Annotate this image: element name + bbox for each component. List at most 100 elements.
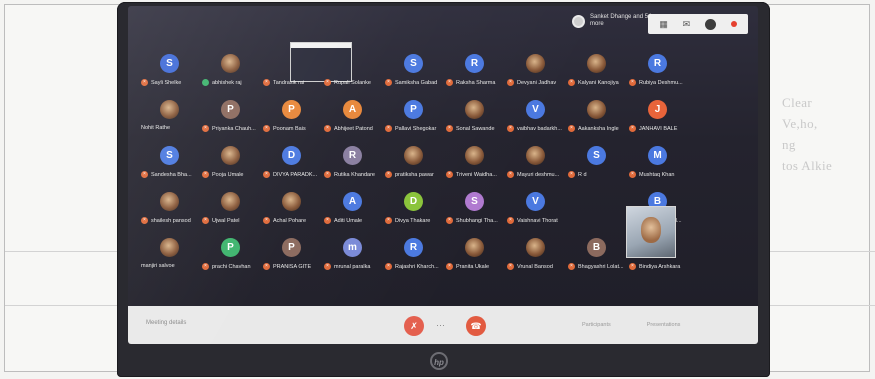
participant-tile[interactable]: × Aakanksha Ingle: [565, 94, 626, 140]
participant-tile[interactable]: M × Mushtaq Khan: [626, 140, 687, 186]
participant-tile[interactable]: A × Aditi Umale: [321, 186, 382, 232]
participant-tile[interactable]: [687, 186, 748, 232]
people-icon[interactable]: ▦: [659, 19, 668, 29]
paper-text-line: Clear: [782, 95, 813, 110]
mic-off-icon: ×: [263, 125, 270, 132]
participant-tile[interactable]: × pratiksha pawar: [382, 140, 443, 186]
participant-tile[interactable]: S × Sayli Shelke: [138, 48, 199, 94]
participant-tile[interactable]: R × Rajashri Kharch...: [382, 232, 443, 278]
participant-tile[interactable]: × Mayuri deshmu...: [504, 140, 565, 186]
mic-off-icon: ×: [446, 217, 453, 224]
mic-off-icon: ×: [385, 217, 392, 224]
participant-tile[interactable]: × Pranita Ukale: [443, 232, 504, 278]
participant-tile[interactable]: Nohit Rathe: [138, 94, 199, 140]
participant-name: Mayuri deshmu...: [517, 171, 560, 178]
participant-tile[interactable]: V × vaibhav badarkh...: [504, 94, 565, 140]
brand-logo: hp: [430, 352, 448, 370]
participant-tile[interactable]: abhishek raj: [199, 48, 260, 94]
participant-tile[interactable]: [565, 186, 626, 232]
avatar: [587, 100, 606, 119]
mic-off-icon: ×: [141, 171, 148, 178]
participant-tile[interactable]: × Achal Pohare: [260, 186, 321, 232]
presentation-button[interactable]: Presentations: [647, 322, 681, 328]
avatar: A: [343, 192, 362, 211]
participant-name-row: × Shubhangi Tha...: [446, 217, 504, 224]
participant-tile[interactable]: × Pooja Umale: [199, 140, 260, 186]
avatar: [160, 192, 179, 211]
participant-tile[interactable]: P × PRANISA GITE: [260, 232, 321, 278]
featured-video-tile[interactable]: [626, 206, 676, 258]
participant-tile[interactable]: P × Pallavi Shegokar: [382, 94, 443, 140]
self-avatar[interactable]: [704, 18, 716, 30]
end-call-icon[interactable]: ☎: [466, 316, 486, 336]
participant-tile[interactable]: P × Priyanka Chauh...: [199, 94, 260, 140]
participant-tile[interactable]: P × Poonam Bais: [260, 94, 321, 140]
avatar: [282, 192, 301, 211]
participant-tile[interactable]: R × Rutika Khandare: [321, 140, 382, 186]
participant-tile[interactable]: × Vrunal Bansod: [504, 232, 565, 278]
participant-tile[interactable]: × Ujwal Patel: [199, 186, 260, 232]
mic-off-icon: ×: [385, 79, 392, 86]
mic-off-icon: ×: [629, 125, 636, 132]
avatar: [465, 100, 484, 119]
participant-tile[interactable]: A × Abhijeet Patond: [321, 94, 382, 140]
participant-tile[interactable]: S × Shubhangi Tha...: [443, 186, 504, 232]
mic-off-icon: ×: [446, 79, 453, 86]
participant-tile[interactable]: [687, 232, 748, 278]
participant-tile[interactable]: R × Rubiya Deshmu...: [626, 48, 687, 94]
participant-name: Sandesha Bha...: [151, 171, 192, 178]
meeting-details-button[interactable]: Meeting details: [146, 320, 186, 326]
mic-off-icon: ×: [202, 125, 209, 132]
participant-tile[interactable]: × Tandrasik rai: [260, 48, 321, 94]
mic-off-icon: ×: [263, 171, 270, 178]
participant-name: Poonam Bais: [273, 125, 306, 132]
participant-tile[interactable]: B × Bhagyashri Lolat...: [565, 232, 626, 278]
mic-off-icon: ×: [568, 79, 575, 86]
participant-name-row: × Pooja Umale: [202, 171, 260, 178]
mic-off-icon: ×: [507, 263, 514, 270]
participant-tile[interactable]: D × Divya Thakare: [382, 186, 443, 232]
participant-tile[interactable]: × Kalyani Kanojiya: [565, 48, 626, 94]
participant-tile[interactable]: × Devyani Jadhav: [504, 48, 565, 94]
more-icon[interactable]: ⋯: [436, 320, 445, 331]
avatar: [526, 54, 545, 73]
participant-tile[interactable]: × Sonal Sawande: [443, 94, 504, 140]
participant-tile[interactable]: m × mrunal paralka: [321, 232, 382, 278]
participant-tile[interactable]: × Rupali Solanke: [321, 48, 382, 94]
participant-tile[interactable]: S × Sandesha Bha...: [138, 140, 199, 186]
participant-tile[interactable]: [687, 140, 748, 186]
avatar: A: [343, 100, 362, 119]
participant-tile[interactable]: V × Vaishnavi Thorat: [504, 186, 565, 232]
mic-off-icon[interactable]: ✗: [404, 316, 424, 336]
avatar: [160, 238, 179, 257]
participant-name: Sayli Shelke: [151, 79, 182, 86]
participant-tile[interactable]: S × R d: [565, 140, 626, 186]
participant-name: manjiri salvoe: [141, 263, 175, 269]
participant-tile[interactable]: [687, 48, 748, 94]
mic-off-icon: ×: [202, 263, 209, 270]
participant-name-row: × Sonal Sawande: [446, 125, 504, 132]
participant-tile[interactable]: × Triveni Waidha...: [443, 140, 504, 186]
participant-name: Ujwal Patel: [212, 217, 240, 224]
participant-tile[interactable]: [687, 94, 748, 140]
participant-name-row: × Vaishnavi Thorat: [507, 217, 565, 224]
participant-tile[interactable]: × shailesh pansod: [138, 186, 199, 232]
mic-off-icon: ×: [568, 125, 575, 132]
participants-button[interactable]: Participants: [582, 322, 611, 328]
chat-icon[interactable]: ✉: [683, 19, 691, 29]
participant-name-row: × Priyanka Chauh...: [202, 125, 260, 132]
participant-tile[interactable]: manjiri salvoe: [138, 232, 199, 278]
avatar: [526, 238, 545, 257]
participant-tile[interactable]: J × JANHAVI BALE: [626, 94, 687, 140]
participant-tile[interactable]: P × prachi Chavhan: [199, 232, 260, 278]
mic-off-icon: ×: [507, 125, 514, 132]
participant-name: Samiksha Gabad: [395, 79, 438, 86]
participant-tile[interactable]: R × Raksha Sharma: [443, 48, 504, 94]
participants-summary[interactable]: Sanket Dhange and 54 more: [572, 14, 652, 28]
participant-tile[interactable]: S × Samiksha Gabad: [382, 48, 443, 94]
mic-off-icon: ×: [202, 171, 209, 178]
paper-handwriting-right: Clear Ve,ho, ng tos Alkie: [782, 92, 862, 176]
participant-tile[interactable]: D × DIVYA PARADK...: [260, 140, 321, 186]
mic-off-icon: ×: [568, 263, 575, 270]
participant-name-row: × Rajashri Kharch...: [385, 263, 443, 270]
